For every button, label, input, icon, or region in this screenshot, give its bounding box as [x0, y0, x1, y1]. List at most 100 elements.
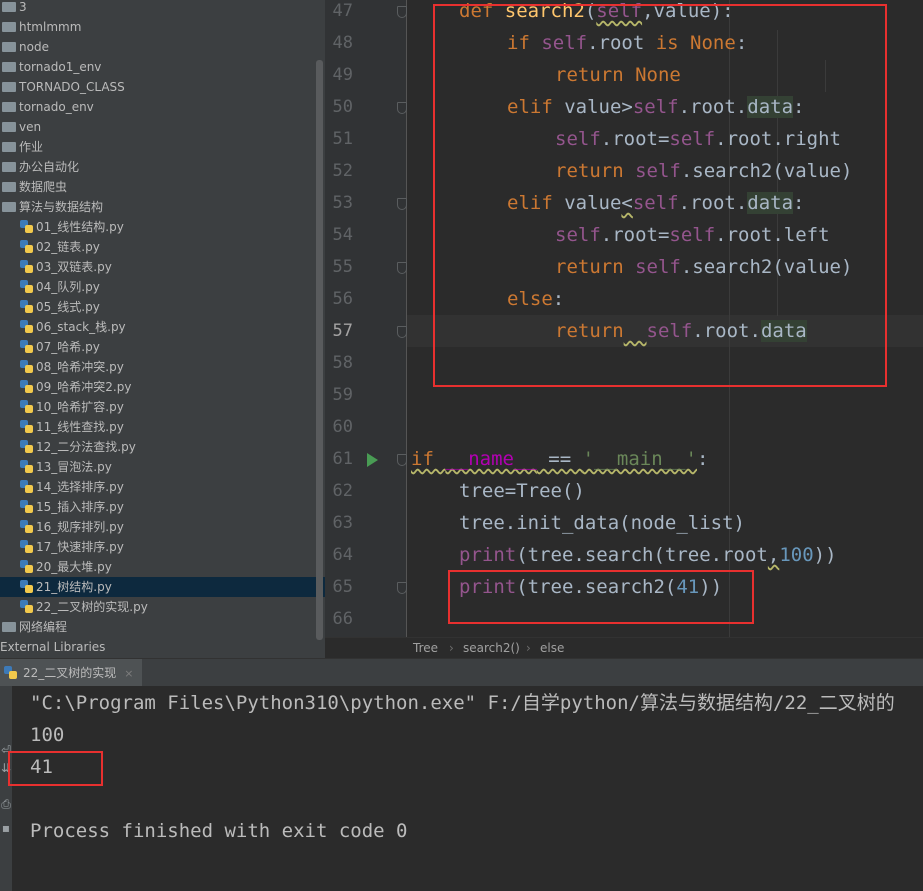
python-file-icon	[20, 380, 33, 393]
tree-file-item[interactable]: 08_哈希冲突.py	[0, 357, 325, 377]
fold-marker[interactable]	[397, 102, 407, 114]
fold-marker[interactable]	[397, 262, 407, 274]
fold-marker[interactable]	[397, 326, 407, 338]
tree-file-item[interactable]: 03_双链表.py	[0, 257, 325, 277]
python-file-icon	[20, 480, 33, 493]
tree-item-label: External Libraries	[0, 640, 106, 654]
tree-file-item[interactable]: 14_选择排序.py	[0, 477, 325, 497]
run-tab[interactable]: 22_二叉树的实现 ×	[0, 659, 142, 687]
folder-icon	[2, 182, 16, 192]
tree-item-label: 办公自动化	[19, 160, 80, 174]
tree-folder-item[interactable]: 数据爬虫	[0, 177, 325, 197]
line-number: 50	[332, 97, 353, 117]
tree-file-item[interactable]: 16_规序排列.py	[0, 517, 325, 537]
line-number: 49	[332, 65, 353, 85]
close-icon[interactable]: ×	[124, 667, 133, 680]
tree-item-label: 10_哈希扩容.py	[36, 400, 124, 414]
tree-file-item[interactable]: 17_快速排序.py	[0, 537, 325, 557]
tree-folder-item[interactable]: tornado_env	[0, 97, 325, 117]
line-number: 52	[332, 161, 353, 181]
tree-file-item[interactable]: 07_哈希.py	[0, 337, 325, 357]
tree-folder-item[interactable]: tornado1_env	[0, 57, 325, 77]
tree-file-item[interactable]: 15_插入排序.py	[0, 497, 325, 517]
fold-marker[interactable]	[397, 6, 407, 18]
tree-file-item[interactable]: 06_stack_栈.py	[0, 317, 325, 337]
tree-file-item[interactable]: 11_线性查找.py	[0, 417, 325, 437]
tree-item-label: 07_哈希.py	[36, 340, 100, 354]
tree-folder-item[interactable]: node	[0, 37, 325, 57]
tree-item-label: tornado1_env	[19, 60, 102, 74]
line-number: 63	[332, 513, 353, 533]
python-file-icon	[20, 580, 33, 593]
python-file-icon	[20, 400, 33, 413]
tree-file-item[interactable]: 09_哈希冲突2.py	[0, 377, 325, 397]
tree-item-label: tornado_env	[19, 100, 94, 114]
breadcrumb-item-block[interactable]: else	[540, 638, 564, 659]
tree-item-label: 03_双链表.py	[36, 260, 112, 274]
tree-file-item[interactable]: 13_冒泡法.py	[0, 457, 325, 477]
tree-item-label: 数据爬虫	[19, 180, 68, 194]
tree-file-item[interactable]: 04_队列.py	[0, 277, 325, 297]
tree-file-item[interactable]: 05_线式.py	[0, 297, 325, 317]
tree-folder-item[interactable]: htmlmmm	[0, 17, 325, 37]
python-file-icon	[20, 460, 33, 473]
tree-folder-item[interactable]: ven	[0, 117, 325, 137]
annotation-box-output	[8, 751, 103, 786]
tree-item-label: ven	[19, 120, 42, 134]
tree-item-label: 06_stack_栈.py	[36, 320, 126, 334]
console-output[interactable]: "C:\Program Files\Python310\python.exe" …	[12, 686, 923, 891]
line-number: 58	[332, 353, 353, 373]
tree-folder-item[interactable]: 作业	[0, 137, 325, 157]
run-toolbar: ⏎ ⇊ ⎙ ▪	[0, 686, 12, 891]
trash-icon[interactable]: ▪	[1, 822, 11, 834]
code-line-63: tree.init_data(node_list)	[459, 512, 745, 534]
tree-folder-item[interactable]: 办公自动化	[0, 157, 325, 177]
tree-item-label: node	[19, 40, 49, 54]
tree-folder-item[interactable]: 算法与数据结构	[0, 197, 325, 217]
project-tree: 3 htmlmmm node tornado1_env TORNADO_CLASStor…	[0, 0, 325, 658]
run-panel-header: 22_二叉树的实现 ×	[0, 658, 923, 687]
tree-file-item[interactable]: 12_二分法查找.py	[0, 437, 325, 457]
tree-folder-item[interactable]: TORNADO_CLASS	[0, 77, 325, 97]
tree-item-label: 22_二叉树的实现.py	[36, 600, 148, 614]
tree-folder-item[interactable]: External Libraries	[0, 637, 325, 657]
project-tree-scrollbar[interactable]	[316, 60, 323, 640]
run-gutter-icon[interactable]	[367, 453, 378, 467]
tree-folder-item[interactable]: 网络编程	[0, 617, 325, 637]
tree-item-label: 算法与数据结构	[19, 200, 104, 214]
tree-item-label: TORNADO_CLASS	[19, 80, 125, 94]
fold-marker[interactable]	[397, 582, 407, 594]
tree-item-label: 04_队列.py	[36, 280, 100, 294]
tree-item-label: 05_线式.py	[36, 300, 100, 314]
folder-icon	[2, 162, 16, 172]
fold-marker[interactable]	[397, 198, 407, 210]
python-file-icon	[20, 440, 33, 453]
tree-folder-item[interactable]: 3	[0, 0, 325, 17]
line-number: 48	[332, 33, 353, 53]
tree-item-label: 14_选择排序.py	[36, 480, 124, 494]
python-file-icon	[20, 220, 33, 233]
print-icon[interactable]: ⎙	[1, 798, 11, 810]
tree-file-item[interactable]: 20_最大堆.py	[0, 557, 325, 577]
line-number: 56	[332, 289, 353, 309]
breadcrumb-item-method[interactable]: search2()	[463, 638, 520, 659]
code-line-62: tree=Tree()	[459, 480, 585, 502]
tree-file-item[interactable]: 02_链表.py	[0, 237, 325, 257]
tree-item-label: 01_线性结构.py	[36, 220, 124, 234]
fold-marker[interactable]	[397, 454, 407, 466]
line-number: 55	[332, 257, 353, 277]
code-line-61: if __name__ == '__main__':	[411, 448, 709, 470]
line-number: 51	[332, 129, 353, 149]
tree-item-label: 09_哈希冲突2.py	[36, 380, 132, 394]
python-file-icon	[20, 560, 33, 573]
tree-file-item[interactable]: 21_树结构.py	[0, 577, 325, 597]
tree-file-item[interactable]: 10_哈希扩容.py	[0, 397, 325, 417]
tree-file-item[interactable]: 01_线性结构.py	[0, 217, 325, 237]
breadcrumb: Tree › search2() › else	[325, 637, 923, 659]
tree-file-item[interactable]: 22_二叉树的实现.py	[0, 597, 325, 617]
python-file-icon	[20, 500, 33, 513]
breadcrumb-item-class[interactable]: Tree	[413, 638, 438, 659]
folder-icon	[2, 202, 16, 212]
folder-icon	[2, 142, 16, 152]
tree-item-label: 17_快速排序.py	[36, 540, 124, 554]
